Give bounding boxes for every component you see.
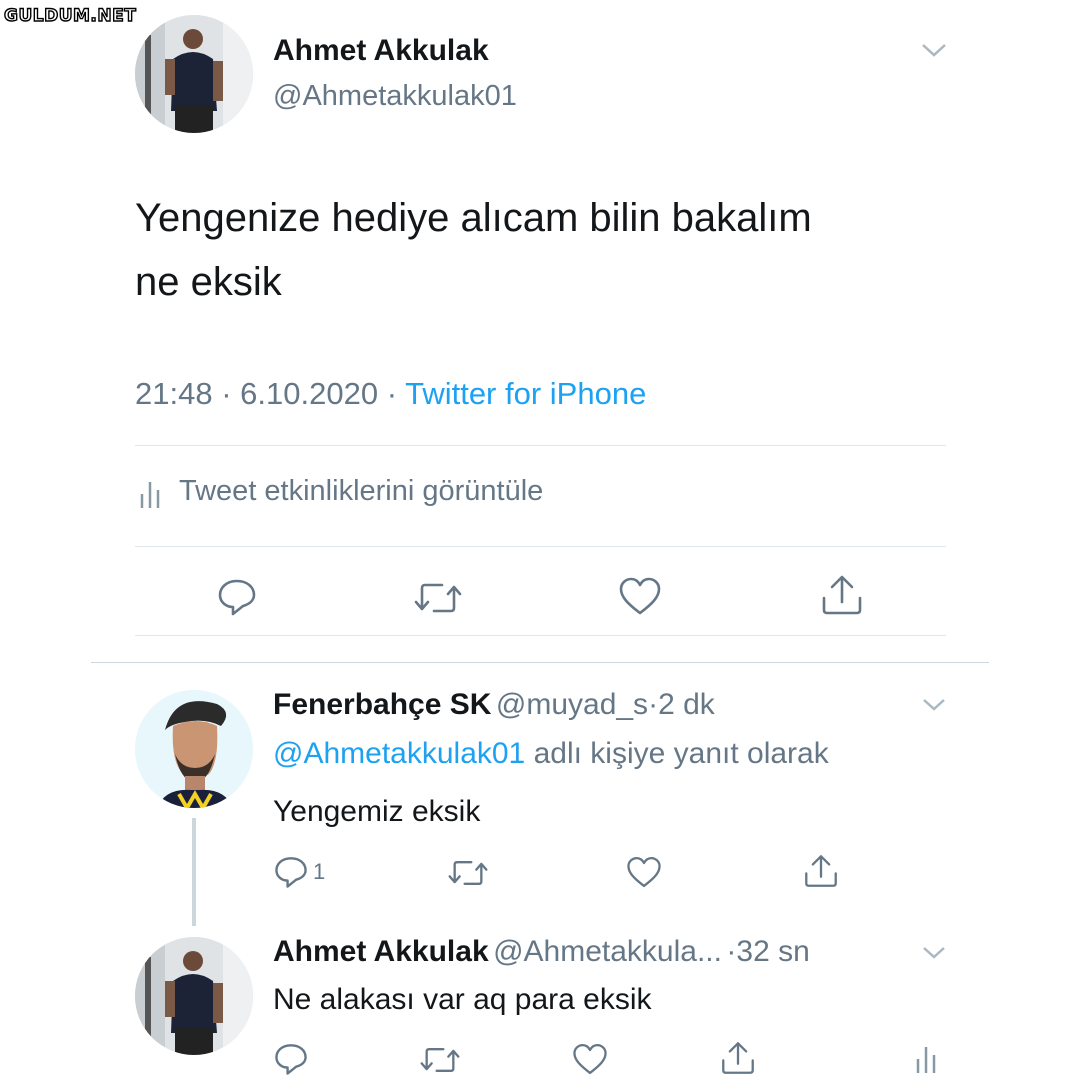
divider: [135, 635, 946, 636]
reply2-header: Ahmet Akkulak @Ahmetakkula... ·32 sn: [273, 935, 810, 969]
reply2-separator: ·: [726, 935, 737, 968]
reply1-separator: ·: [648, 688, 659, 721]
reply-icon[interactable]: [273, 854, 309, 890]
reply-icon[interactable]: [273, 1041, 309, 1077]
main-author-name[interactable]: Ahmet Akkulak: [273, 34, 489, 68]
reply1-author-handle[interactable]: @muyad_s: [496, 688, 648, 721]
main-author-handle[interactable]: @Ahmetakkulak01: [273, 80, 517, 113]
divider: [135, 546, 946, 547]
retweet-icon[interactable]: [420, 1043, 460, 1077]
watermark-logo: GULDUM.NET: [3, 5, 137, 26]
analytics-icon[interactable]: [138, 476, 164, 515]
like-icon[interactable]: [618, 576, 662, 616]
thread-connector: [192, 818, 196, 926]
retweet-icon[interactable]: [414, 578, 462, 618]
main-tweet-text-line2: ne eksik: [135, 260, 282, 304]
reply1-reply-count: 1: [313, 859, 326, 884]
main-tweet-text: Yengenize hediye alıcam bilin bakalım ne…: [135, 186, 955, 314]
chevron-down-icon[interactable]: [920, 40, 948, 65]
reply1-text: Yengemiz eksik: [273, 795, 481, 828]
reply2-author-avatar[interactable]: [135, 937, 253, 1055]
tweet-time: 21:48: [135, 376, 213, 411]
reply1-mention-link[interactable]: @Ahmetakkulak01: [273, 737, 525, 770]
tweet-source-link[interactable]: Twitter for iPhone: [405, 376, 646, 411]
meta-separator: ·: [221, 376, 232, 411]
like-icon[interactable]: [626, 855, 662, 889]
share-icon[interactable]: [803, 853, 839, 889]
tweet-meta: 21:48 · 6.10.2020 · Twitter for iPhone: [135, 376, 646, 412]
reply1-replying-to-suffix: adlı kişiye yanıt olarak: [533, 737, 829, 770]
share-icon[interactable]: [720, 1040, 756, 1076]
chevron-down-icon[interactable]: [921, 696, 947, 719]
tweet-date: 6.10.2020: [240, 376, 379, 411]
reply2-text: Ne alakası var aq para eksik: [273, 983, 652, 1016]
reply1-author-avatar[interactable]: [135, 690, 253, 808]
main-tweet-text-line1: Yengenize hediye alıcam bilin bakalım: [135, 196, 812, 240]
share-icon[interactable]: [820, 574, 864, 616]
reply1-author-name[interactable]: Fenerbahçe SK: [273, 688, 491, 721]
main-author-avatar[interactable]: [135, 15, 253, 133]
chevron-down-icon[interactable]: [921, 944, 947, 967]
reply1-time[interactable]: 2 dk: [658, 688, 715, 721]
reply2-time[interactable]: 32 sn: [736, 935, 809, 968]
retweet-icon[interactable]: [448, 856, 488, 890]
analytics-icon[interactable]: [914, 1040, 940, 1081]
reply2-author-name[interactable]: Ahmet Akkulak: [273, 935, 489, 968]
divider: [135, 445, 946, 446]
reply-icon[interactable]: [216, 576, 258, 618]
reply1-replying-to: @Ahmetakkulak01 adlı kişiye yanıt olarak: [273, 737, 829, 771]
reply1-header: Fenerbahçe SK @muyad_s·2 dk: [273, 688, 715, 722]
view-tweet-activity-link[interactable]: Tweet etkinliklerini görüntüle: [179, 475, 543, 508]
meta-separator: ·: [386, 376, 398, 411]
reply2-author-handle[interactable]: @Ahmetakkula...: [493, 935, 722, 968]
like-icon[interactable]: [572, 1042, 608, 1076]
section-divider: [91, 662, 989, 663]
